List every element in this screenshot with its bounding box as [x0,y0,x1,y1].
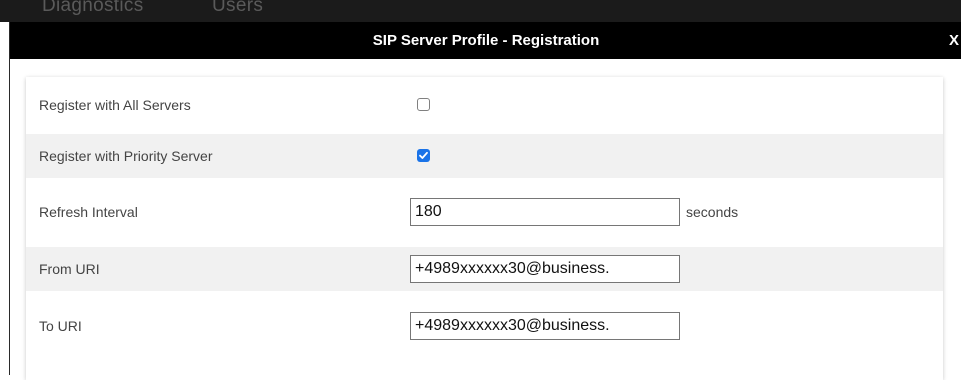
from-uri-input[interactable]: +4989xxxxxx30@business. [410,255,680,283]
refresh-interval-input[interactable]: 180 [410,198,680,226]
background-nav-bar: Diagnostics Users [0,0,961,22]
row-to-uri: To URI +4989xxxxxx30@business. [26,304,943,348]
registration-form: Register with All Servers Register with … [26,77,943,380]
background-nav-item-users: Users [212,0,264,16]
row-from-uri: From URI +4989xxxxxx30@business. [26,247,943,291]
registration-dialog: SIP Server Profile - Registration X Regi… [9,22,961,380]
close-button[interactable]: X [949,22,959,59]
register-all-servers-label: Register with All Servers [39,97,191,113]
to-uri-input[interactable]: +4989xxxxxx30@business. [410,312,680,340]
to-uri-label: To URI [39,318,82,334]
row-register-priority-server: Register with Priority Server [26,134,943,178]
register-priority-server-label: Register with Priority Server [39,148,213,164]
dialog-title: SIP Server Profile - Registration [372,32,600,49]
register-priority-server-checkbox[interactable] [417,149,430,162]
row-register-all-servers: Register with All Servers [26,83,943,127]
row-refresh-interval: Refresh Interval 180 seconds [26,190,943,234]
from-uri-label: From URI [39,261,100,277]
refresh-interval-label: Refresh Interval [39,204,138,220]
refresh-interval-unit: seconds [686,204,739,220]
register-all-servers-checkbox[interactable] [417,98,430,111]
dialog-titlebar: SIP Server Profile - Registration X [10,22,961,59]
checkmark-icon [419,151,428,159]
background-nav-item-diagnostics: Diagnostics [42,0,144,16]
